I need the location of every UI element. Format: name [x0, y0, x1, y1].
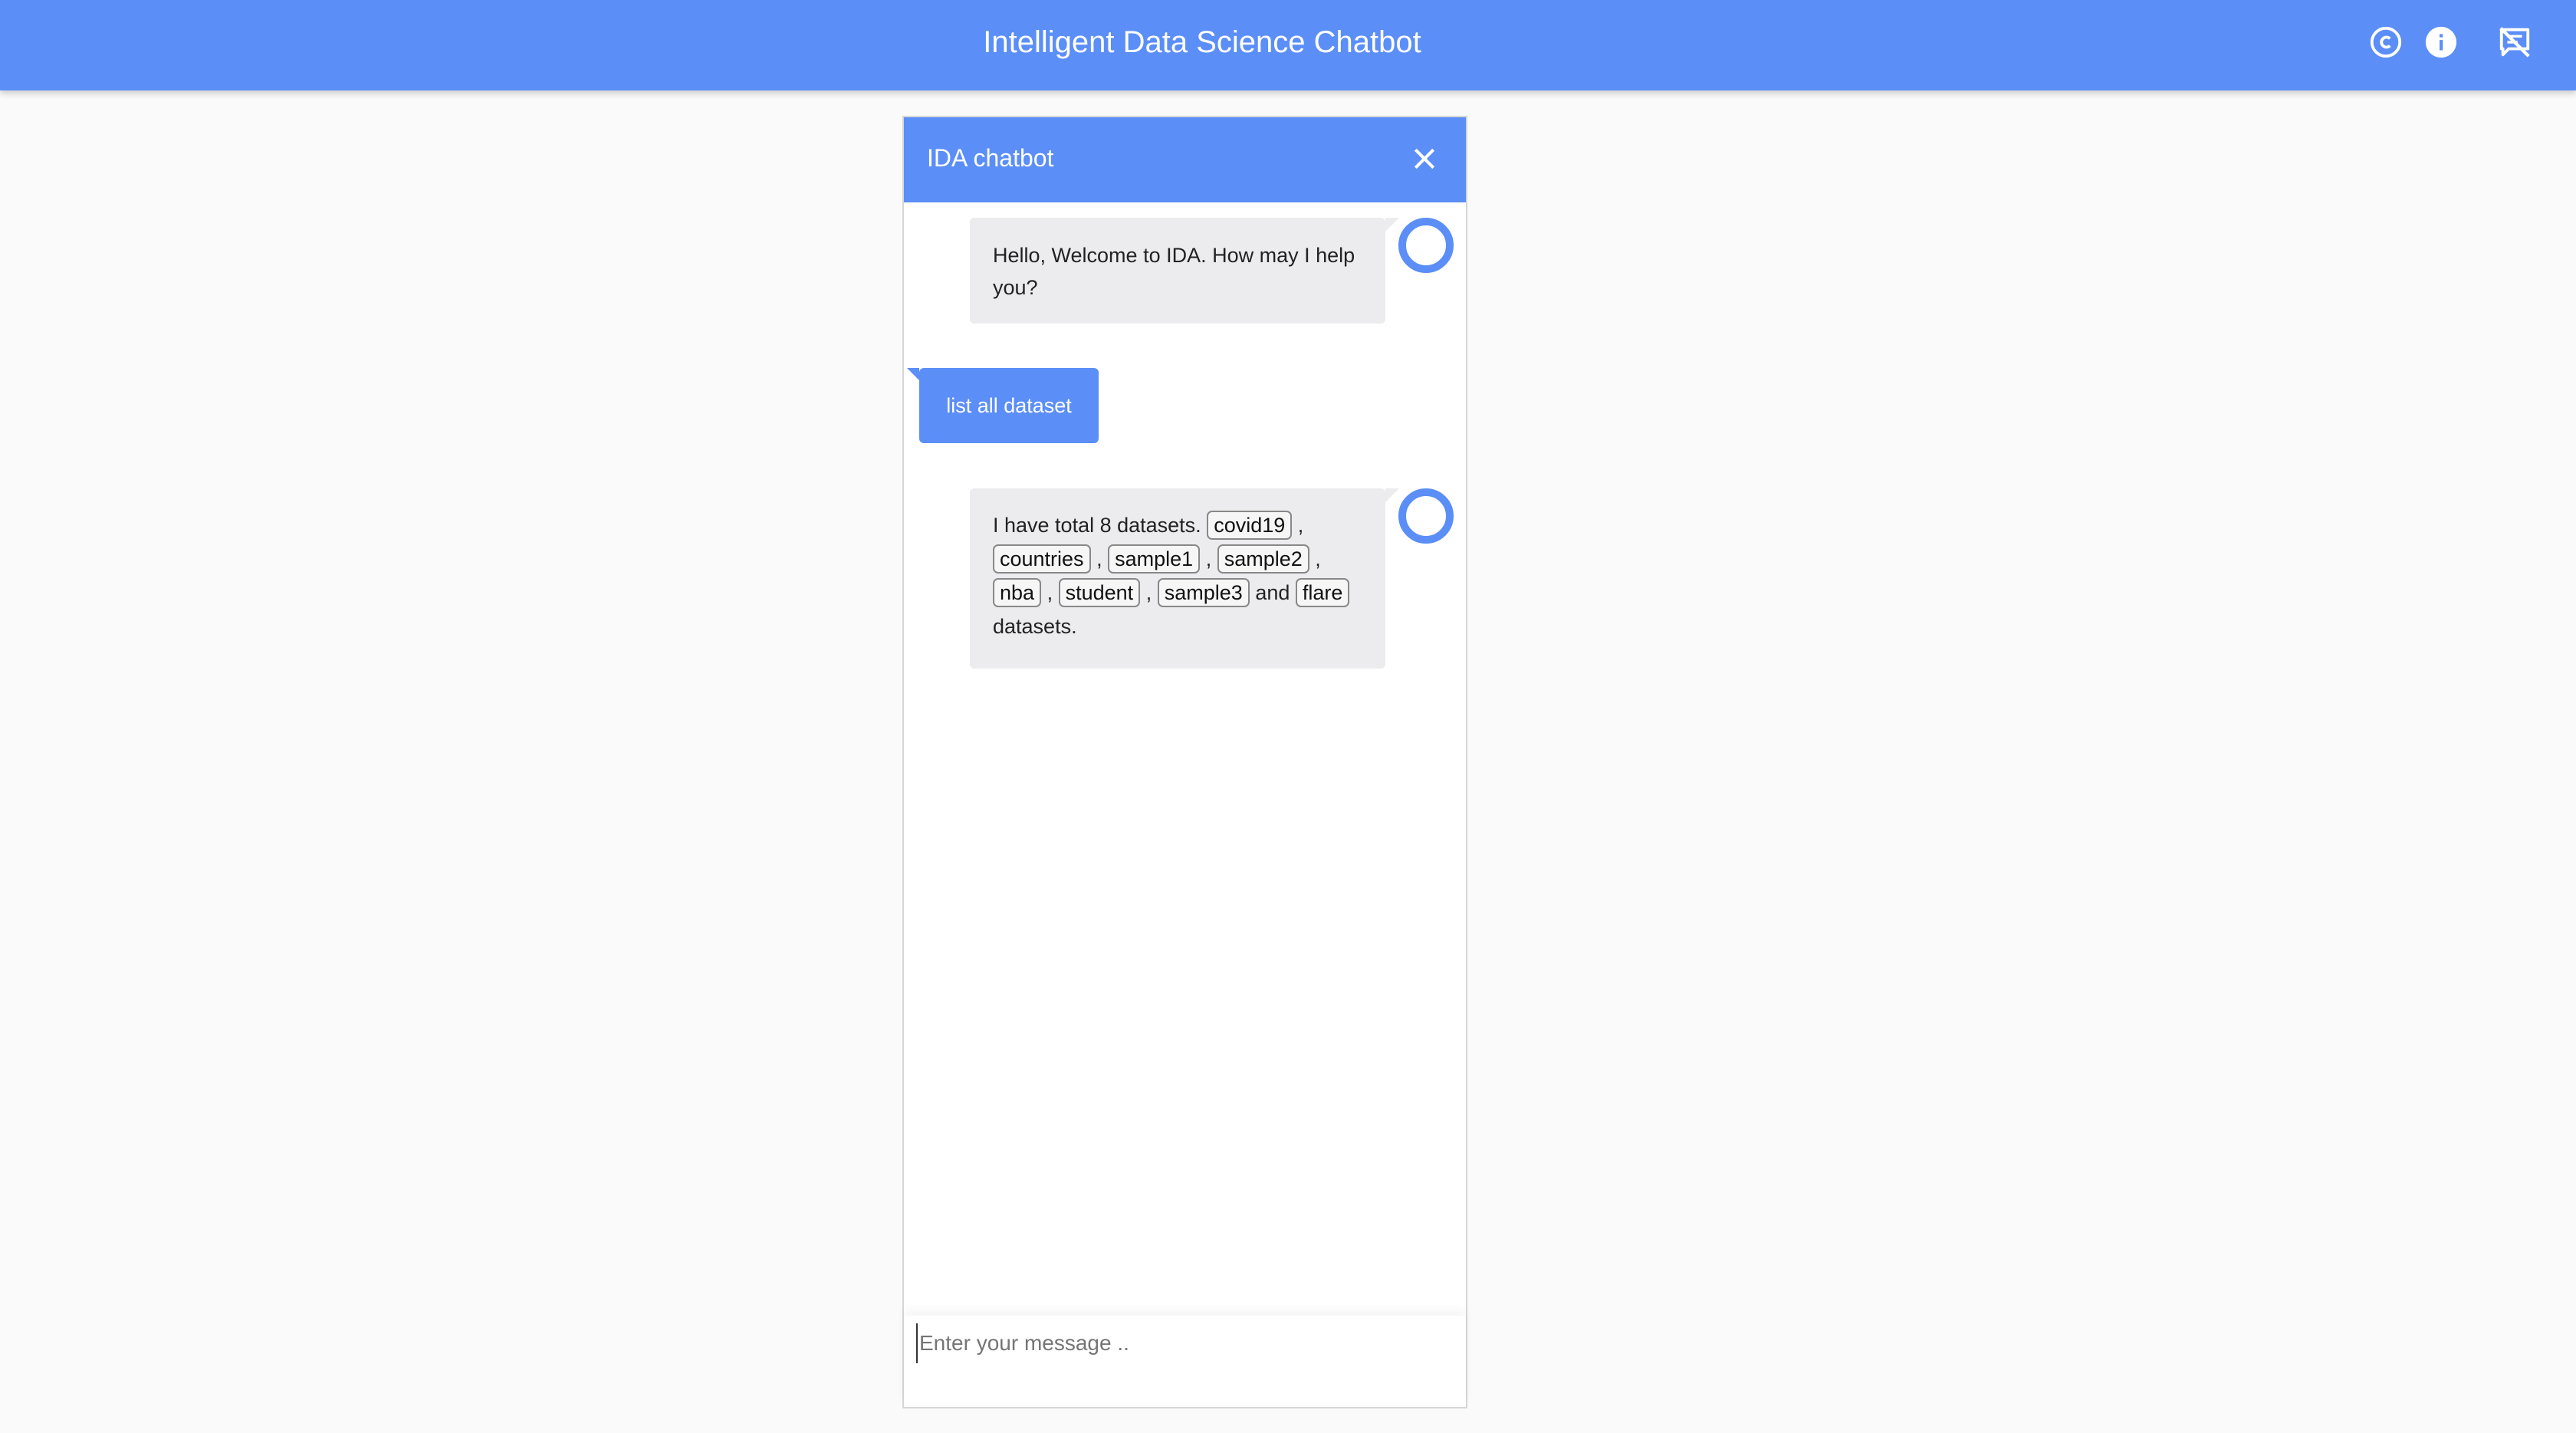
copyright-icon[interactable] — [2367, 23, 2405, 61]
user-message-text: list all dataset — [946, 393, 1072, 417]
app-title: Intelligent Data Science Chatbot — [983, 25, 1421, 59]
speaker-notes-off-icon[interactable] — [2496, 23, 2534, 61]
dataset-chip-covid19[interactable]: covid19 — [1207, 511, 1293, 540]
chatbot-header: IDA chatbot — [904, 117, 1466, 202]
close-chat-button[interactable] — [1406, 140, 1443, 177]
dataset-chip-countries[interactable]: countries — [993, 544, 1091, 574]
separator: , — [1046, 581, 1053, 604]
close-icon — [1414, 148, 1435, 169]
dataset-chip-sample3[interactable]: sample3 — [1157, 578, 1250, 607]
bot-avatar-icon — [1398, 218, 1454, 273]
dataset-chip-nba[interactable]: nba — [993, 578, 1042, 607]
dataset-chip-sample2[interactable]: sample2 — [1217, 544, 1309, 574]
dataset-chip-flare[interactable]: flare — [1295, 578, 1350, 607]
bot-message-welcome: Hello, Welcome to IDA. How may I help yo… — [970, 218, 1399, 324]
chatbot-title: IDA chatbot — [927, 143, 1054, 172]
dataset-chip-student[interactable]: student — [1058, 578, 1141, 607]
datasets-suffix: datasets. — [993, 615, 1077, 638]
conjunction: and — [1255, 581, 1290, 604]
separator: , — [1297, 514, 1304, 537]
dataset-chip-sample1[interactable]: sample1 — [1108, 544, 1201, 574]
user-message: list all dataset — [907, 368, 1099, 443]
bot-message-datasets: I have total 8 datasets. covid19 , count… — [970, 488, 1399, 669]
bot-avatar-icon — [1398, 488, 1454, 544]
info-icon[interactable] — [2422, 23, 2460, 61]
separator: , — [1096, 547, 1102, 570]
separator: , — [1315, 547, 1321, 570]
bot-message-text: Hello, Welcome to IDA. How may I help yo… — [993, 244, 1355, 299]
message-input-area — [904, 1316, 1466, 1407]
separator: , — [1145, 581, 1152, 604]
chatbot-window: IDA chatbot Hello, Welcome to IDA. How m… — [902, 116, 1467, 1408]
datasets-intro-text: I have total 8 datasets. — [993, 514, 1201, 537]
app-header: Intelligent Data Science Chatbot — [0, 0, 2576, 90]
separator: , — [1205, 547, 1212, 570]
message-input[interactable] — [916, 1323, 1442, 1363]
